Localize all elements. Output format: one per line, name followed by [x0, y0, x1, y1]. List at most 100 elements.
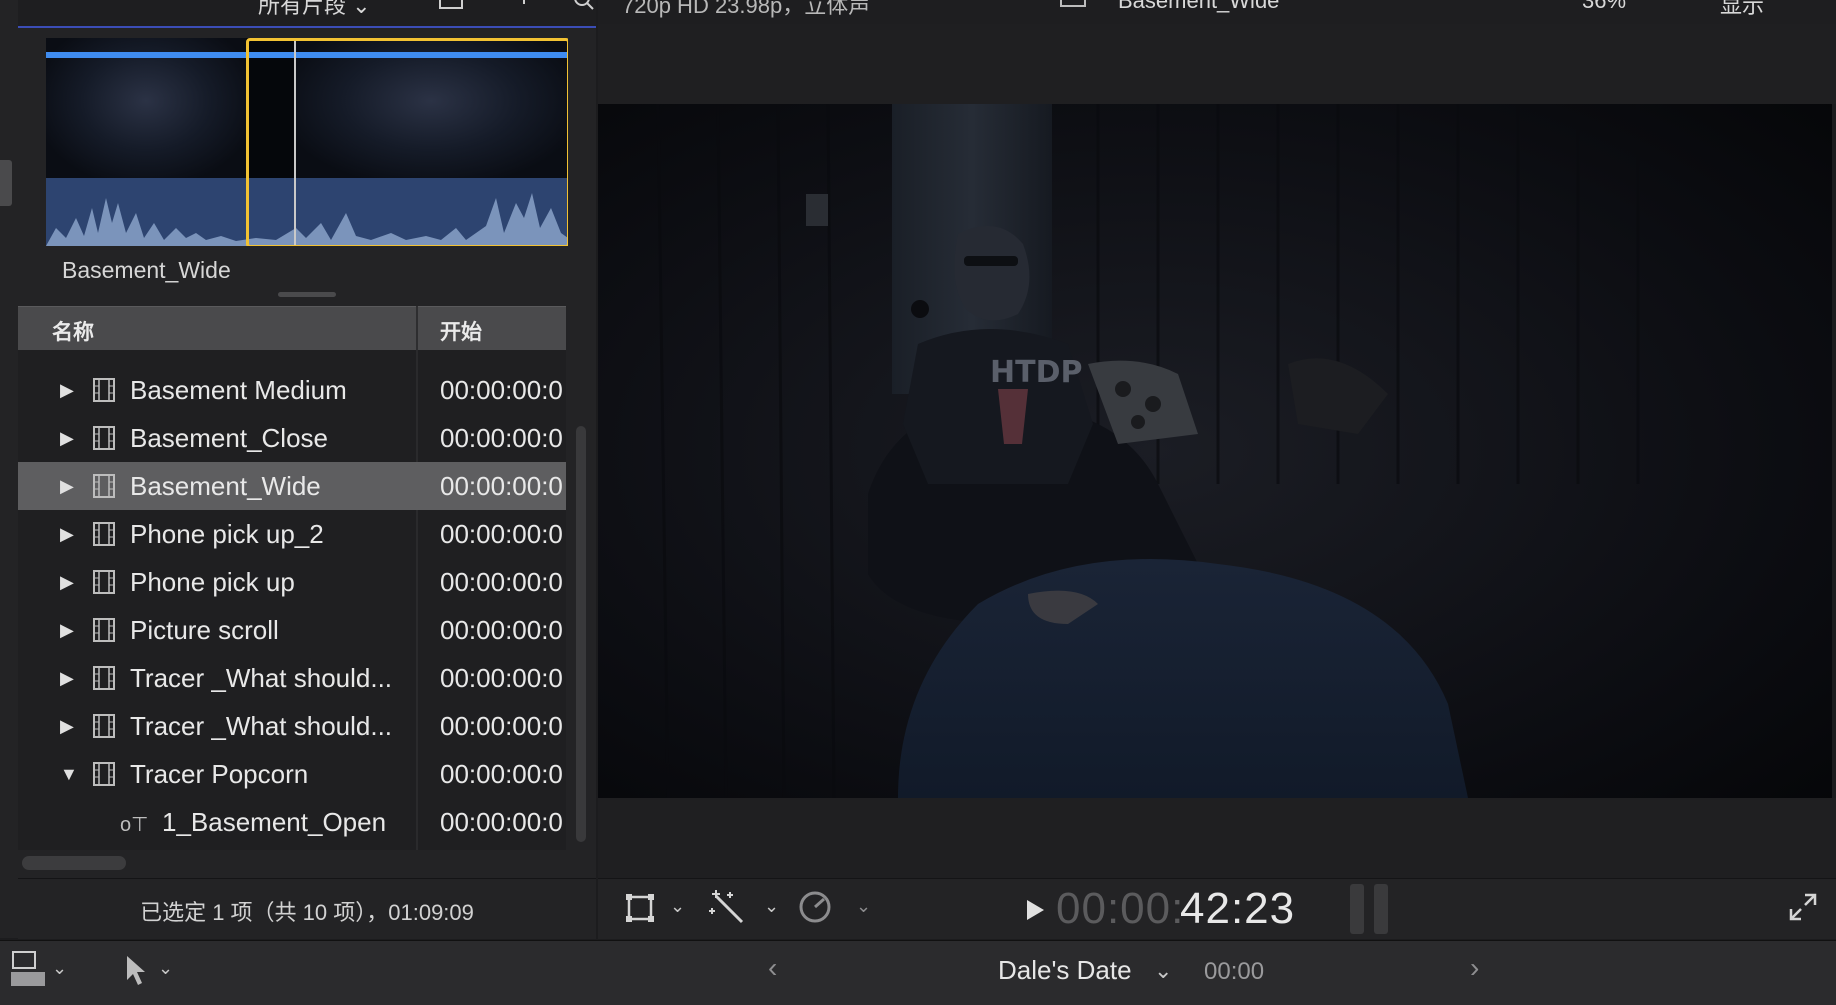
viewer-format-label: 720p HD 23.98p，立体声: [622, 0, 871, 18]
enhance-menu-chevron-icon[interactable]: ⌄: [764, 896, 779, 917]
viewer-letterbox-bottom: [598, 798, 1836, 878]
audio-meter-left: [1350, 884, 1364, 934]
clip-name-cell: Tracer _What should...: [130, 711, 393, 741]
disclosure-closed-icon[interactable]: ▶: [60, 428, 74, 449]
disclosure-open-icon[interactable]: ▼: [60, 764, 78, 785]
list-horizontal-scrollbar[interactable]: [22, 856, 126, 870]
viewer-letterbox-top: [598, 24, 1836, 104]
clip-filmstrip[interactable]: [46, 38, 568, 246]
start-time-cell: 00:00:00:0: [440, 807, 563, 837]
start-time-cell: 00:00:00:0: [440, 711, 563, 741]
timeline-toolbar: [0, 940, 1836, 1005]
project-menu-chevron-icon[interactable]: ⌄: [1154, 958, 1172, 984]
clip-name-cell: Basement_Close: [130, 423, 328, 453]
crop-frame-icon[interactable]: [624, 892, 656, 924]
disclosure-closed-icon[interactable]: ▶: [60, 716, 74, 737]
table-row[interactable]: ▶ Phone pick up_2 00:00:00:0: [18, 510, 566, 558]
filmstrip-icon: [93, 762, 115, 786]
clip-name-cell: Picture scroll: [130, 615, 279, 645]
layout-icon[interactable]: [10, 950, 46, 990]
table-row[interactable]: ▶ Basement_Close 00:00:00:0: [18, 414, 566, 462]
clip-name-cell: 1_Basement_Open: [162, 807, 387, 837]
zoom-level-menu[interactable]: 36%: [1582, 0, 1626, 14]
settings-slider-icon[interactable]: [508, 0, 540, 12]
start-time-cell: 00:00:00:0: [440, 423, 563, 453]
column-header-start[interactable]: 开始: [440, 316, 482, 346]
svg-text:HTDP: HTDP: [990, 355, 1082, 390]
video-frame[interactable]: HTDP: [598, 104, 1832, 798]
filmstrip-icon: [93, 474, 115, 498]
column-divider[interactable]: [416, 306, 418, 350]
view-options-menu[interactable]: 显示: [1720, 0, 1764, 20]
arrow-tool-icon[interactable]: [124, 954, 148, 988]
disclosure-closed-icon[interactable]: ▶: [60, 668, 74, 689]
playhead-timecode[interactable]: 42:23: [1180, 884, 1295, 934]
transform-menu-chevron-icon[interactable]: ⌄: [670, 896, 685, 917]
clip-filter-menu[interactable]: 所有片段 ⌄: [258, 0, 371, 20]
browser-toolbar: 所有片段 ⌄: [18, 0, 596, 28]
disclosure-closed-icon[interactable]: ▶: [60, 620, 74, 641]
back-nav-icon[interactable]: ‹: [768, 952, 777, 984]
retime-menu-chevron-icon[interactable]: ⌄: [856, 896, 871, 917]
layout-menu-chevron-icon[interactable]: ⌄: [52, 958, 67, 979]
browser-status-bar: 已选定 1 项（共 10 项），01:09:09: [18, 878, 596, 939]
start-time-cell: 00:00:00:0: [440, 759, 563, 789]
filmstrip-icon: [1060, 0, 1086, 7]
project-duration: 00:00: [1204, 958, 1265, 985]
clip-list-rows: ▶ Basement Medium 00:00:00:0 ▶ Basement_Clos…: [18, 366, 566, 850]
start-time-cell: 00:00:00:0: [440, 615, 563, 645]
timecode-leading: 00:00:: [1056, 884, 1185, 933]
project-title[interactable]: Dale's Date: [998, 955, 1132, 986]
clip-name-cell: Tracer Popcorn: [130, 759, 309, 789]
clip-selection-range[interactable]: [246, 38, 568, 246]
search-icon[interactable]: [574, 0, 598, 10]
list-header: [18, 306, 566, 351]
clip-name-cell: Tracer _What should...: [130, 663, 393, 693]
table-row[interactable]: ▶ Phone pick up 00:00:00:0: [18, 558, 566, 606]
viewer-toolbar: 720p HD 23.98p，立体声 Basement_Wide 36% 显示: [598, 0, 1836, 24]
speedometer-icon[interactable]: [798, 890, 834, 924]
column-header-name[interactable]: 名称: [52, 316, 94, 346]
list-vertical-scrollbar[interactable]: [576, 426, 586, 842]
disclosure-closed-icon[interactable]: ▶: [60, 524, 74, 545]
start-time-cell: 00:00:00:0: [440, 663, 563, 693]
clip-name-cell: Basement_Wide: [130, 471, 321, 501]
filmstrip-clip-name: Basement_Wide: [62, 257, 231, 283]
left-sidebar-strip: [0, 0, 19, 938]
filmstrip-icon: [93, 426, 115, 450]
viewer-clip-title: Basement_Wide: [1118, 0, 1280, 13]
keyword-icon: o⊤: [120, 814, 149, 836]
selection-summary: 已选定 1 项（共 10 项），01:09:09: [140, 900, 474, 925]
start-time-cell: 00:00:00:0: [440, 519, 563, 549]
clip-name-cell: Phone pick up_2: [130, 519, 324, 549]
filmstrip-icon: [93, 714, 115, 738]
disclosure-closed-icon[interactable]: ▶: [60, 476, 74, 497]
audio-meter-right: [1374, 884, 1388, 934]
clip-name-cell: Basement Medium: [130, 375, 347, 405]
start-time-cell: 00:00:00:0: [440, 471, 563, 501]
forward-nav-icon[interactable]: ›: [1470, 952, 1479, 984]
browser-view-icon[interactable]: [436, 0, 468, 12]
magic-wand-icon[interactable]: [708, 888, 746, 926]
clip-name-cell: Phone pick up: [130, 567, 295, 597]
table-row[interactable]: ▶ Basement_Wide 00:00:00:0: [18, 462, 566, 510]
table-row[interactable]: ▶ Picture scroll 00:00:00:0: [18, 606, 566, 654]
filmstrip-icon: [93, 570, 115, 594]
filmstrip-icon: [93, 522, 115, 546]
filmstrip-icon: [93, 666, 115, 690]
disclosure-closed-icon[interactable]: ▶: [60, 572, 74, 593]
pane-resize-handle[interactable]: [278, 292, 336, 297]
table-row[interactable]: ▶ Tracer _What should... 00:00:00:0: [18, 654, 566, 702]
start-time-cell: 00:00:00:0: [440, 375, 563, 405]
play-icon[interactable]: [1024, 898, 1046, 922]
table-row[interactable]: o⊤ 1_Basement_Open 00:00:00:0: [18, 798, 566, 846]
fullscreen-icon[interactable]: [1788, 892, 1818, 922]
table-row[interactable]: ▶ Tracer _What should... 00:00:00:0: [18, 702, 566, 750]
filmstrip-icon: [93, 618, 115, 642]
disclosure-closed-icon[interactable]: ▶: [60, 380, 74, 401]
table-row[interactable]: ▶ Basement Medium 00:00:00:0: [18, 366, 566, 414]
tool-menu-chevron-icon[interactable]: ⌄: [158, 958, 173, 979]
start-time-cell: 00:00:00:0: [440, 567, 563, 597]
table-row[interactable]: ▼ Tracer Popcorn 00:00:00:0: [18, 750, 566, 798]
sidebar-scroll-thumb[interactable]: [0, 160, 12, 206]
